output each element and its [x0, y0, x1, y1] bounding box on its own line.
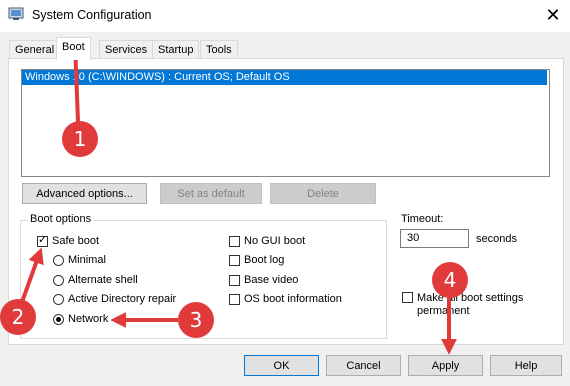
tab-boot[interactable]: Boot [56, 37, 91, 60]
annotation-marker-4: 4 [432, 262, 468, 298]
annotation-marker-1: 1 [62, 121, 98, 157]
annotation-marker-3: 3 [178, 302, 214, 338]
annotation-marker-2: 2 [0, 299, 36, 335]
arrow-2 [20, 247, 44, 303]
